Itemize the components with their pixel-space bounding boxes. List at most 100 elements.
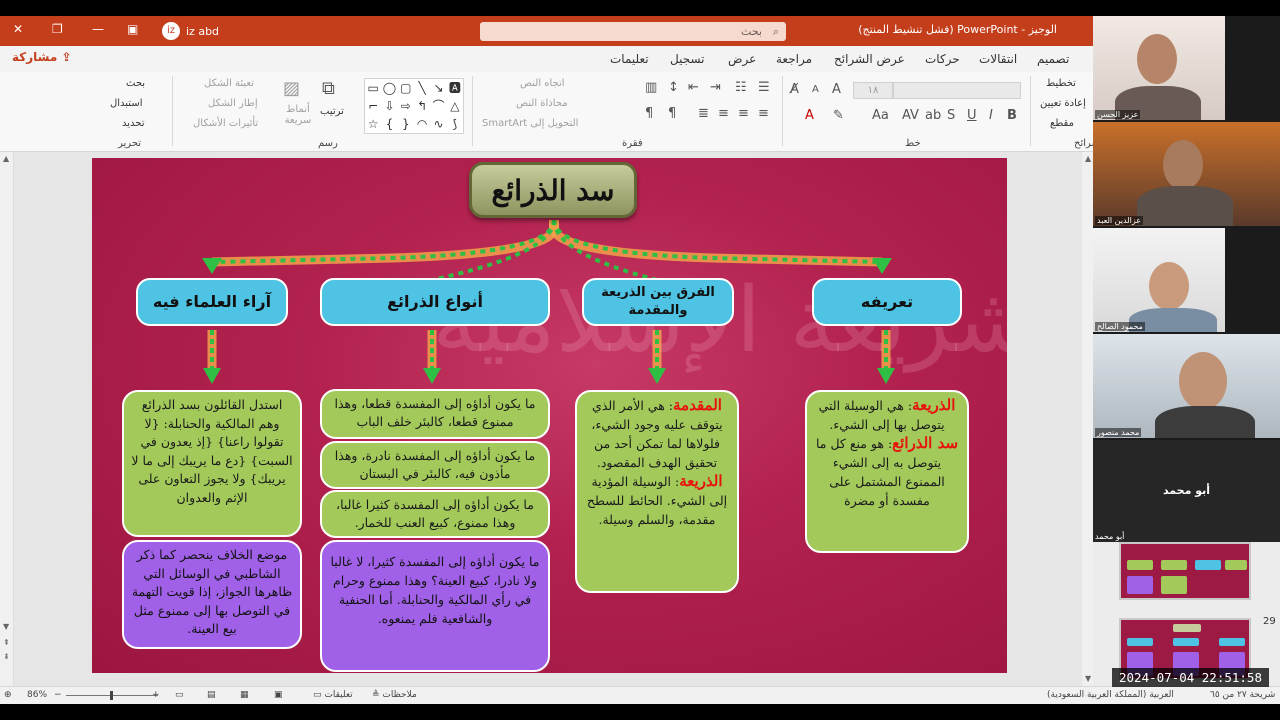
grow-font-icon[interactable]: A: [832, 82, 841, 97]
find-button[interactable]: بحث: [126, 78, 145, 89]
highlight-icon[interactable]: ✎: [833, 108, 844, 123]
comments-button[interactable]: تعليقات ▭: [313, 690, 353, 700]
layout-button[interactable]: تخطيط: [1046, 78, 1076, 89]
slide-thumbnail[interactable]: [1119, 542, 1251, 600]
zoom-level[interactable]: 86%: [27, 690, 47, 700]
select-button[interactable]: تحديد: [122, 118, 145, 129]
difference-card[interactable]: المقدمة: هي الأمر الذي يتوقف عليه وجود ا…: [575, 390, 739, 593]
tab-animations[interactable]: حركات: [925, 52, 960, 66]
change-case-icon[interactable]: Aa: [872, 108, 889, 123]
outdent-icon[interactable]: ⇤: [688, 80, 699, 95]
participant-video[interactable]: محمد منصور: [1093, 334, 1280, 438]
tab-slideshow[interactable]: عرض الشرائح: [834, 52, 905, 66]
share-button[interactable]: ⇪ مشاركة: [12, 50, 72, 68]
reading-view-icon[interactable]: ▤: [207, 690, 216, 700]
shape-freeform-icon[interactable]: ⟆: [447, 115, 463, 133]
shape-oval-icon[interactable]: ◯: [381, 79, 397, 97]
tab-design[interactable]: تصميم: [1037, 52, 1069, 66]
category-definition[interactable]: تعريفه: [812, 278, 962, 326]
convert-smartart-button[interactable]: التحويل إلى SmartArt: [482, 118, 578, 129]
font-name-select[interactable]: [893, 82, 1021, 99]
align-right-icon[interactable]: ≡: [758, 106, 769, 121]
participant-video[interactable]: عزيز الحسن: [1093, 16, 1225, 120]
category-difference[interactable]: الفرق بين الذريعة والمقدمة: [582, 278, 734, 326]
shape-rect-icon[interactable]: ▭: [365, 79, 381, 97]
next-slide-icon[interactable]: ⇟: [3, 652, 10, 661]
shape-triangle-icon[interactable]: △: [447, 97, 463, 115]
zoom-in-icon[interactable]: +: [152, 690, 160, 700]
participant-name-tile[interactable]: أبو محمد أبو محمد: [1093, 440, 1280, 542]
shape-elbow-icon[interactable]: ⇩: [381, 97, 397, 115]
type-card-3[interactable]: ما يكون أداؤه إلى المفسدة كثيرا غالبا، و…: [320, 490, 550, 538]
justify-icon[interactable]: ≣: [698, 106, 709, 121]
ltr-icon[interactable]: ¶: [645, 106, 653, 121]
replace-button[interactable]: استبدال: [110, 98, 143, 109]
zoom-out-icon[interactable]: −: [54, 690, 62, 700]
shrink-font-icon[interactable]: A: [812, 84, 819, 95]
type-card-4[interactable]: ما يكون أداؤه إلى المفسدة كثيرا، لا غالب…: [320, 540, 550, 672]
quick-styles-button[interactable]: أنماط سريعة: [280, 104, 316, 126]
arrange-button[interactable]: ترتيب: [320, 106, 344, 117]
underline-icon[interactable]: U: [967, 108, 977, 123]
shape-curve-icon[interactable]: ⌒: [430, 97, 446, 115]
shape-wave-icon[interactable]: ∿: [430, 115, 446, 133]
definition-card[interactable]: الذريعة: هي الوسيلة التي يتوصل بها إلى ا…: [805, 390, 969, 553]
fit-slide-icon[interactable]: ⊕: [4, 690, 12, 700]
numbering-icon[interactable]: ☷: [735, 80, 747, 95]
shape-connector-icon[interactable]: ⌐: [365, 97, 381, 115]
ribbon-display-icon[interactable]: ▣: [127, 22, 138, 36]
collapse-up-icon[interactable]: ▲: [3, 154, 9, 163]
shape-star-icon[interactable]: ☆: [365, 115, 381, 133]
font-color-icon[interactable]: A: [805, 108, 814, 123]
left-scrollbar[interactable]: ▲ ▼ ⇞ ⇟: [0, 152, 14, 686]
align-left-icon[interactable]: ≡: [718, 106, 729, 121]
right-scrollbar[interactable]: ▲ ▼: [1082, 152, 1093, 686]
strikethrough-icon[interactable]: ab: [925, 108, 941, 123]
shape-arc-icon[interactable]: ◠: [414, 115, 430, 133]
shape-right-arrow-icon[interactable]: ⇨: [398, 97, 414, 115]
participant-video[interactable]: عزالدين العبد: [1093, 122, 1280, 226]
type-card-2[interactable]: ما يكون أداؤه إلى المفسدة نادرة، وهذا مأ…: [320, 441, 550, 489]
category-opinions[interactable]: آراء العلماء فيه: [136, 278, 288, 326]
quick-styles-icon[interactable]: ▨: [283, 78, 300, 99]
account-button[interactable]: iz iz abd: [162, 21, 219, 41]
slide[interactable]: الشريعة الإسلامية: [92, 158, 1007, 673]
scroll-down-icon[interactable]: ▼: [1085, 674, 1091, 683]
char-spacing-icon[interactable]: AV: [902, 108, 919, 123]
shape-effects-button[interactable]: تأثيرات الأشكال: [193, 118, 258, 129]
tab-review[interactable]: مراجعة: [776, 52, 812, 66]
shape-bent-icon[interactable]: ↰: [414, 97, 430, 115]
clear-formatting-icon[interactable]: A̸: [790, 82, 799, 97]
close-icon[interactable]: ✕: [13, 22, 23, 36]
scroll-down-icon[interactable]: ▼: [3, 622, 9, 631]
category-types[interactable]: أنواع الذرائع: [320, 278, 550, 326]
shape-rounded-icon[interactable]: ▢: [398, 79, 414, 97]
shape-line-icon[interactable]: ╲: [414, 79, 430, 97]
text-direction-button[interactable]: اتجاه النص: [520, 78, 565, 89]
italic-icon[interactable]: I: [989, 108, 993, 123]
tab-help[interactable]: تعليمات: [610, 52, 649, 66]
shape-arrow-icon[interactable]: ↘: [430, 79, 446, 97]
minimize-icon[interactable]: —: [92, 22, 104, 36]
shape-brace-icon[interactable]: {: [381, 115, 397, 133]
indent-icon[interactable]: ⇥: [710, 80, 721, 95]
notes-button[interactable]: ملاحظات ≜: [372, 690, 417, 700]
reset-button[interactable]: إعادة تعيين: [1040, 98, 1086, 109]
language-status[interactable]: العربية (المملكة العربية السعودية): [1047, 690, 1174, 700]
line-spacing-icon[interactable]: ↕: [668, 80, 679, 95]
tab-view[interactable]: عرض: [728, 52, 756, 66]
normal-view-icon[interactable]: ▣: [274, 690, 283, 700]
shapes-gallery[interactable]: ▭ ◯ ▢ ╲ ↘ 🅰 ⌐ ⇩ ⇨ ↰ ⌒ △ ☆ { } ◠ ∿ ⟆: [364, 78, 464, 134]
participant-video[interactable]: محمود الصالح: [1093, 228, 1225, 332]
shape-brace-close-icon[interactable]: }: [398, 115, 414, 133]
restore-icon[interactable]: ❐: [52, 22, 63, 36]
scroll-up-icon[interactable]: ▲: [1085, 154, 1091, 163]
section-button[interactable]: مقطع: [1050, 118, 1074, 129]
shape-fill-button[interactable]: تعبئة الشكل: [204, 78, 254, 89]
type-card-1[interactable]: ما يكون أداؤه إلى المفسدة قطعا، وهذا ممن…: [320, 389, 550, 439]
rtl-icon[interactable]: ¶: [668, 106, 676, 121]
tab-record[interactable]: تسجيل: [670, 52, 705, 66]
bullets-icon[interactable]: ☰: [758, 80, 770, 95]
sorter-view-icon[interactable]: ▦: [240, 690, 249, 700]
shape-textbox-icon[interactable]: 🅰: [447, 79, 463, 97]
